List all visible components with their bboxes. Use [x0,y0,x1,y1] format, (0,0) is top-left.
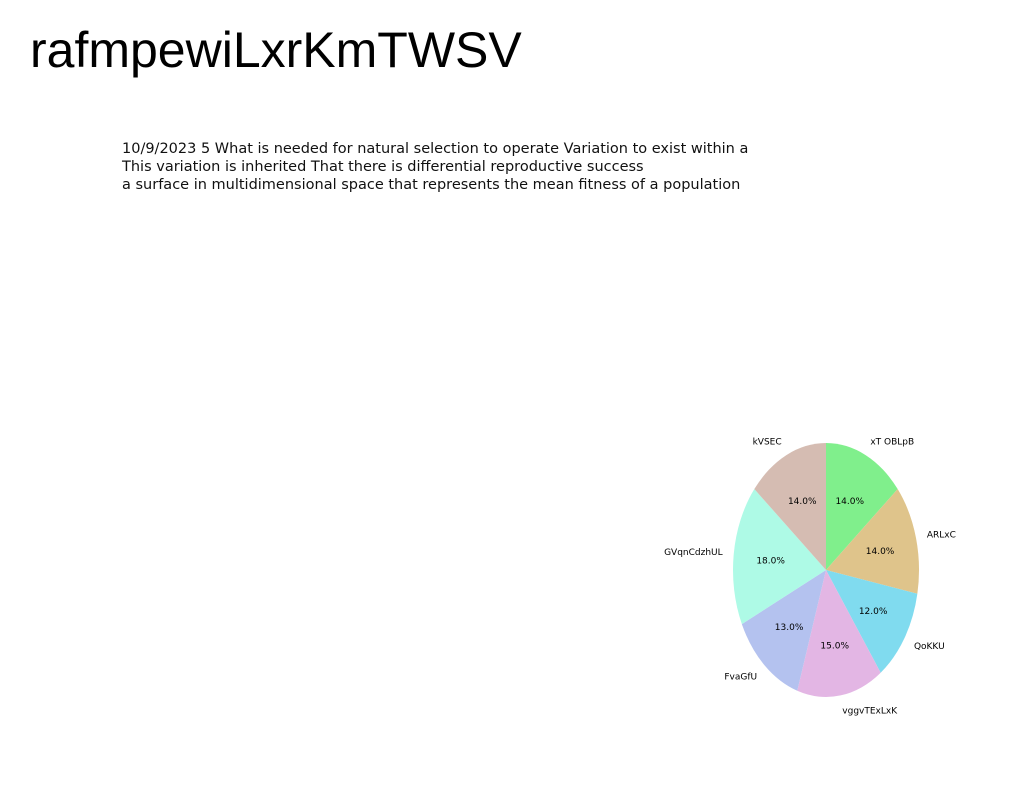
pie-slice-pct-label-2: 12.0% [859,607,888,617]
pie-slice-pct-label-6: 14.0% [788,497,817,507]
text-line-2: This variation is inherited That there i… [122,159,644,175]
pie-slice-label-6: kVSEC [753,437,782,447]
text-line-1: 10/9/2023 5 What is needed for natural s… [122,141,749,157]
pie-slice-label-4: FvaGfU [724,673,757,683]
pie-slice-label-2: QoKKU [914,642,945,652]
pie-slice-pct-label-3: 15.0% [820,641,849,651]
pie-slice-label-0: xT OBLpB [870,437,914,447]
pie-chart: 14.0% xT OBLpB 14.0% ARLxC 12.0% QoKKU 15.0% vg… [664,437,956,716]
pie-slice-pct-label-0: 14.0% [835,497,864,507]
pie-slice-pct-label-5: 18.0% [756,556,785,566]
pie-slice-label-5: GVqnCdzhUL [664,548,723,558]
page-title: rafmpewiLxrKmTWSV [30,22,522,78]
page: rafmpewiLxrKmTWSV 10/9/2023 5 What is ne… [0,0,1024,788]
pie-slice-pct-label-1: 14.0% [866,547,895,557]
pie-slice-label-3: vggvTExLxK [842,706,898,716]
pie-slice-label-1: ARLxC [927,531,956,541]
text-line-3: a surface in multidimensional space that… [122,177,741,193]
body-text: 10/9/2023 5 What is needed for natural s… [122,140,762,194]
pie-slice-pct-label-4: 13.0% [775,623,804,633]
